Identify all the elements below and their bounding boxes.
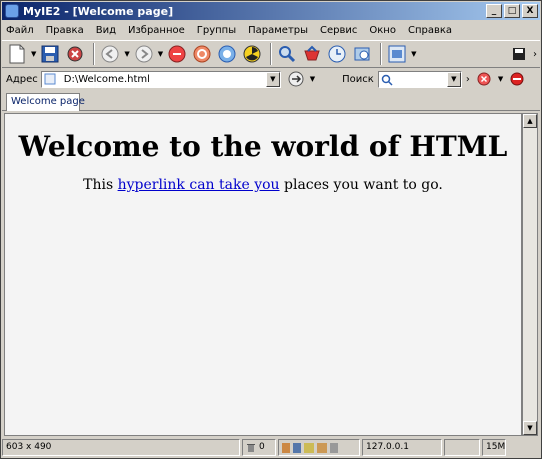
paragraph-text-before: This: [83, 177, 118, 193]
chevron-right-icon[interactable]: ›: [533, 49, 537, 60]
media-icon[interactable]: [351, 43, 373, 65]
status-counter[interactable]: 0: [242, 439, 276, 456]
trash-icon: [247, 443, 255, 452]
address-input[interactable]: D:\Welcome.html ▼: [40, 70, 281, 88]
chevron-down-icon[interactable]: ▼: [446, 71, 461, 87]
search-icon[interactable]: [276, 43, 298, 65]
chevron-down-icon[interactable]: ▼: [265, 71, 280, 87]
menu-bar: Файл Правка Вид Избранное Группы Парамет…: [2, 21, 540, 39]
image-icon[interactable]: [304, 442, 314, 453]
address-bar: Адрес D:\Welcome.html ▼ ▼ Поиск ▼ › ▼: [2, 69, 540, 89]
close-tab-icon[interactable]: [473, 68, 495, 90]
scroll-up-button[interactable]: ▲: [523, 114, 537, 128]
status-memory: 15M: [482, 439, 506, 456]
tab-welcome-page[interactable]: Welcome page: [6, 93, 85, 111]
menu-favorites[interactable]: Избранное: [128, 25, 185, 36]
hyperlink[interactable]: hyperlink can take you: [118, 177, 280, 193]
window-icon[interactable]: [386, 43, 408, 65]
back-icon[interactable]: [99, 43, 121, 65]
stop-icon[interactable]: [166, 43, 188, 65]
sound-icon[interactable]: [330, 442, 338, 453]
toolbar-separator: [270, 43, 273, 65]
page-content: Welcome to the world of HTML This hyperl…: [4, 113, 522, 436]
menu-file[interactable]: Файл: [6, 25, 34, 36]
window-controls: _ □ X: [486, 4, 538, 18]
history-icon[interactable]: [326, 43, 348, 65]
menu-edit[interactable]: Правка: [46, 25, 84, 36]
search-label: Поиск: [342, 73, 374, 85]
home-icon[interactable]: [216, 43, 238, 65]
toolbar-separator: [93, 43, 96, 65]
chevron-down-icon[interactable]: ▼: [31, 50, 36, 58]
close-button[interactable]: X: [522, 4, 538, 18]
favorites-icon[interactable]: [301, 43, 323, 65]
menu-groups[interactable]: Группы: [197, 25, 236, 36]
status-ip: 127.0.0.1: [362, 439, 442, 456]
window-title: MyIE2 - [Welcome page]: [23, 4, 174, 18]
stop-red-icon[interactable]: [506, 68, 528, 90]
save-icon[interactable]: [39, 43, 61, 65]
popup-blocker-icon[interactable]: [282, 442, 290, 453]
menu-help[interactable]: Справка: [408, 25, 452, 36]
chevron-down-icon[interactable]: ▼: [411, 50, 416, 58]
page-icon: [44, 73, 56, 85]
tab-bar: Welcome page: [2, 91, 540, 111]
menu-view[interactable]: Вид: [96, 25, 116, 36]
status-size: 603 x 490: [2, 439, 240, 456]
address-label: Адрес: [6, 73, 38, 85]
title-bar[interactable]: MyIE2 - [Welcome page] _ □ X: [2, 2, 540, 20]
close-all-icon[interactable]: [241, 43, 263, 65]
go-icon[interactable]: [285, 68, 307, 90]
forward-icon[interactable]: [133, 43, 155, 65]
toolbar: ▼ ▼ ▼ ▼ ›: [2, 40, 540, 68]
menu-window[interactable]: Окно: [369, 25, 396, 36]
chevron-down-icon[interactable]: ▼: [498, 75, 503, 83]
status-empty: [444, 439, 480, 456]
maximize-button[interactable]: □: [504, 4, 520, 18]
search-icon: [381, 74, 393, 86]
chevron-right-icon[interactable]: ›: [466, 74, 470, 85]
new-page-icon[interactable]: [6, 43, 28, 65]
browser-window: MyIE2 - [Welcome page] _ □ X Файл Правка…: [0, 0, 542, 459]
scroll-down-button[interactable]: ▼: [523, 421, 537, 435]
page-paragraph: This hyperlink can take you places you w…: [5, 177, 521, 193]
security-icon[interactable]: [293, 442, 301, 453]
paragraph-text-after: places you want to go.: [279, 177, 443, 193]
toolbar-separator: [380, 43, 383, 65]
chevron-down-icon[interactable]: ▼: [124, 50, 129, 58]
page-heading: Welcome to the world of HTML: [18, 130, 508, 163]
minimize-button[interactable]: _: [486, 4, 502, 18]
chevron-down-icon[interactable]: ▼: [310, 75, 315, 83]
status-bar: 603 x 490 0 127.0.0.1 15M: [2, 438, 540, 457]
search-input[interactable]: ▼: [377, 70, 462, 88]
refresh-icon[interactable]: [191, 43, 213, 65]
vertical-scrollbar[interactable]: ▲ ▼: [522, 113, 538, 436]
address-value: D:\Welcome.html: [63, 73, 150, 85]
menu-options[interactable]: Параметры: [248, 25, 308, 36]
save-small-icon[interactable]: [508, 43, 530, 65]
status-count: 0: [259, 442, 265, 452]
status-icons: [278, 439, 360, 456]
script-icon[interactable]: [317, 442, 327, 453]
download-icon[interactable]: [64, 43, 86, 65]
menu-tools[interactable]: Сервис: [320, 25, 357, 36]
chevron-down-icon[interactable]: ▼: [158, 50, 163, 58]
app-icon: [5, 4, 19, 18]
